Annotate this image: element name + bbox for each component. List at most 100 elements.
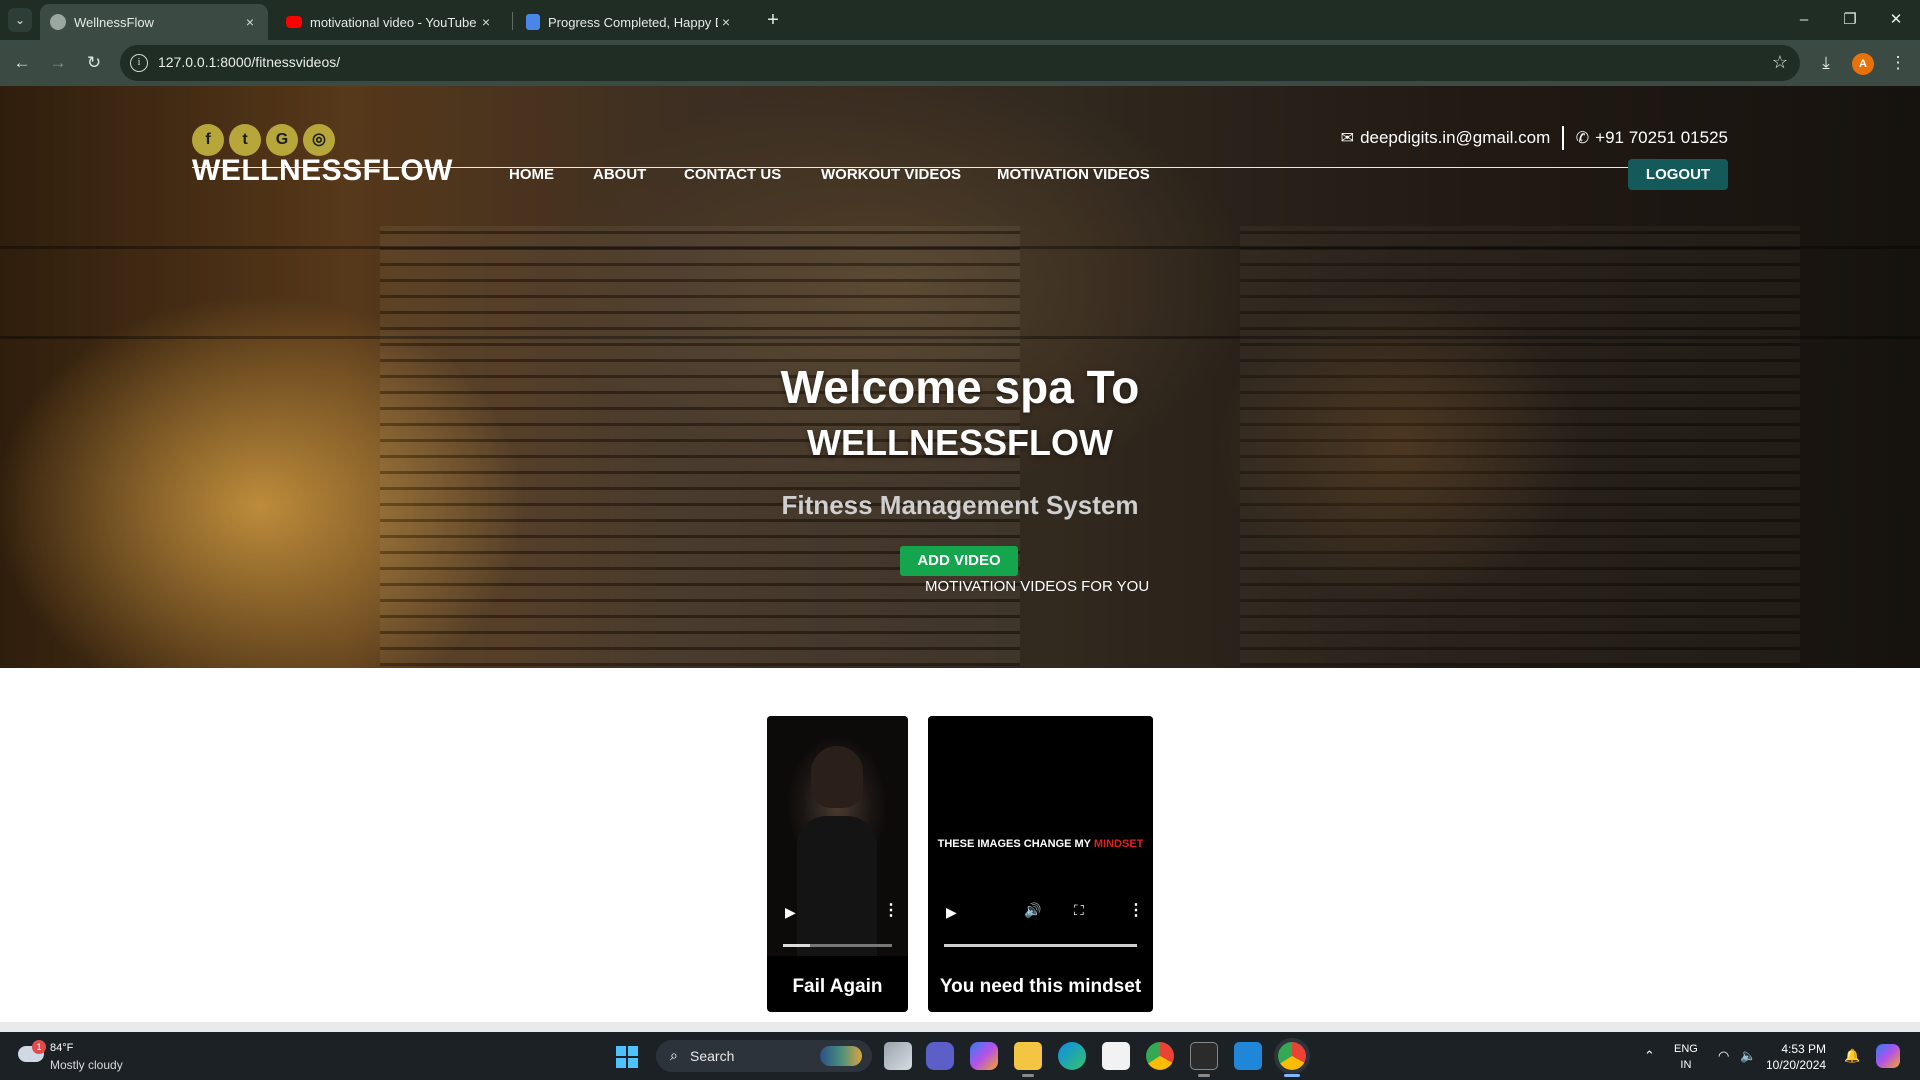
- video-thumbnail-person: [811, 746, 863, 808]
- video-overlay-text: THESE IMAGES CHANGE MY MINDSET: [928, 838, 1153, 850]
- taskbar-search[interactable]: ⌕ Search: [656, 1040, 872, 1072]
- back-icon[interactable]: ←: [10, 52, 34, 76]
- video-options-icon[interactable]: ⋮: [883, 900, 899, 920]
- copilot-icon[interactable]: [970, 1042, 998, 1070]
- nav-workout-videos[interactable]: WORKOUT VIDEOS: [821, 166, 961, 183]
- windows-start-icon[interactable]: [616, 1046, 638, 1068]
- video-overlay-main: THESE IMAGES CHANGE MY: [937, 838, 1091, 850]
- video-card-fail-again[interactable]: ▶ ⋮ Fail Again: [767, 716, 908, 1012]
- instagram-icon[interactable]: ◎: [303, 124, 335, 156]
- tab-wellnessflow[interactable]: WellnessFlow ×: [40, 4, 268, 40]
- browser-toolbar: ← → ↻ i 127.0.0.1:8000/fitnessvideos/ ☆ …: [0, 40, 1920, 86]
- teams-icon[interactable]: [926, 1042, 954, 1070]
- windows-taskbar: 1 84°F Mostly cloudy ⌕ Search ⌃ ENG IN ◠…: [0, 1032, 1920, 1080]
- input-language[interactable]: ENG IN: [1674, 1041, 1698, 1073]
- google-icon[interactable]: G: [266, 124, 298, 156]
- chrome-icon[interactable]: [1146, 1042, 1174, 1070]
- facebook-icon[interactable]: f: [192, 124, 224, 156]
- video-caption: Fail Again: [792, 976, 883, 997]
- nav-motivation-videos[interactable]: MOTIVATION VIDEOS: [997, 166, 1150, 183]
- site-info-icon[interactable]: i: [130, 54, 148, 72]
- twitter-icon[interactable]: t: [229, 124, 261, 156]
- notification-bell-icon[interactable]: 🔔: [1844, 1048, 1860, 1064]
- nav-about[interactable]: ABOUT: [593, 166, 646, 183]
- mail-icon: ✉: [1340, 130, 1355, 147]
- terminal-icon[interactable]: [1190, 1042, 1218, 1070]
- clock-date: 10/20/2024: [1766, 1058, 1827, 1072]
- vscode-icon[interactable]: [1234, 1042, 1262, 1070]
- close-window-icon[interactable]: ✕: [1882, 8, 1910, 32]
- contact-phone[interactable]: +91 70251 01525: [1595, 128, 1728, 148]
- reload-icon[interactable]: ↻: [82, 52, 106, 76]
- tray-overflow-icon[interactable]: ⌃: [1644, 1048, 1655, 1064]
- url-text[interactable]: 127.0.0.1:8000/fitnessvideos/: [158, 54, 340, 70]
- add-video-button[interactable]: ADD VIDEO: [900, 546, 1018, 576]
- file-explorer-icon[interactable]: [1014, 1042, 1042, 1070]
- restore-icon[interactable]: ❐: [1836, 8, 1864, 32]
- wifi-icon[interactable]: ◠: [1718, 1048, 1729, 1064]
- logout-button[interactable]: LOGOUT: [1628, 159, 1728, 190]
- video-thumbnail-suit: [797, 816, 877, 956]
- clock-time: 4:53 PM: [1781, 1042, 1827, 1056]
- video-frame[interactable]: THESE IMAGES CHANGE MY MINDSET: [928, 716, 1153, 956]
- volume-icon[interactable]: 🔊: [1024, 902, 1041, 919]
- video-progress-fill: [783, 944, 811, 947]
- tab-title: motivational video - YouTube: [310, 14, 477, 30]
- contact-divider: [1562, 126, 1564, 150]
- chrome-profile-icon[interactable]: [1278, 1042, 1306, 1070]
- bookmark-star-icon[interactable]: ☆: [1772, 52, 1788, 73]
- system-clock[interactable]: 4:53 PM 10/20/2024: [1766, 1041, 1826, 1073]
- contact-info: ✉ deepdigits.in@gmail.com ✆ +91 70251 01…: [1341, 126, 1728, 150]
- search-label: Search: [690, 1048, 735, 1064]
- close-tab-icon[interactable]: ×: [718, 14, 734, 30]
- phone-icon: ✆: [1575, 130, 1590, 147]
- page-viewport: f t G ◎ ✉ deepdigits.in@gmail.com ✆ +91 …: [0, 86, 1920, 1032]
- page-footer-strip: [0, 1022, 1920, 1032]
- forward-icon[interactable]: →: [46, 52, 70, 76]
- copilot-tray-icon[interactable]: [1876, 1044, 1900, 1068]
- video-caption: You need this mindset: [939, 976, 1142, 997]
- video-overlay-highlight: MINDSET: [1093, 838, 1144, 850]
- profile-avatar[interactable]: A: [1852, 53, 1874, 75]
- minimize-icon[interactable]: –: [1790, 8, 1818, 32]
- hero-section: f t G ◎ ✉ deepdigits.in@gmail.com ✆ +91 …: [0, 86, 1920, 668]
- tab-search-button[interactable]: ⌄: [8, 8, 32, 32]
- search-icon: ⌕: [670, 1047, 678, 1063]
- hero-subtitle: Fitness Management System: [781, 490, 1139, 520]
- active-app-indicator: [1284, 1074, 1300, 1077]
- play-icon[interactable]: ▶: [946, 904, 957, 921]
- video-options-icon[interactable]: ⋮: [1128, 900, 1144, 920]
- store-icon[interactable]: [1102, 1042, 1130, 1070]
- tab-title: Progress Completed, Happy Do: [548, 14, 718, 30]
- tab-divider: [512, 12, 513, 30]
- browser-menu-icon[interactable]: ⋮: [1886, 52, 1910, 74]
- edge-icon[interactable]: [1058, 1042, 1086, 1070]
- tab-youtube[interactable]: motivational video - YouTube ×: [276, 4, 504, 40]
- close-tab-icon[interactable]: ×: [478, 14, 494, 30]
- video-card-mindset[interactable]: THESE IMAGES CHANGE MY MINDSET ▶ 🔊 ⛶ ⋮ Y…: [928, 716, 1153, 1012]
- video-progress-bar[interactable]: [783, 944, 892, 947]
- tab-title: WellnessFlow: [74, 14, 154, 30]
- video-progress-bar[interactable]: [944, 944, 1137, 947]
- running-indicator: [1198, 1074, 1210, 1077]
- language-code: ENG: [1674, 1043, 1698, 1055]
- running-indicator: [1022, 1074, 1034, 1077]
- tab-progress[interactable]: Progress Completed, Happy Do ×: [516, 4, 744, 40]
- download-icon[interactable]: ⤓: [1814, 52, 1838, 74]
- nav-contact-us[interactable]: CONTACT US: [684, 166, 781, 183]
- play-icon[interactable]: ▶: [785, 904, 796, 921]
- youtube-icon: [286, 16, 302, 28]
- notification-badge: 1: [32, 1040, 46, 1054]
- nav-home[interactable]: HOME: [509, 166, 554, 183]
- new-tab-button[interactable]: +: [760, 8, 786, 34]
- volume-tray-icon[interactable]: 🔈: [1740, 1048, 1756, 1064]
- site-logo[interactable]: WELLNESSFLOW: [192, 154, 453, 188]
- address-bar[interactable]: i 127.0.0.1:8000/fitnessvideos/ ☆: [120, 45, 1800, 81]
- task-view-icon[interactable]: [884, 1042, 912, 1070]
- hero-brand: WELLNESSFLOW: [807, 422, 1113, 463]
- contact-email[interactable]: deepdigits.in@gmail.com: [1360, 128, 1550, 148]
- search-highlight-art: [820, 1046, 862, 1066]
- document-icon: [526, 14, 540, 30]
- fullscreen-icon[interactable]: ⛶: [1074, 902, 1084, 919]
- close-tab-icon[interactable]: ×: [242, 14, 258, 30]
